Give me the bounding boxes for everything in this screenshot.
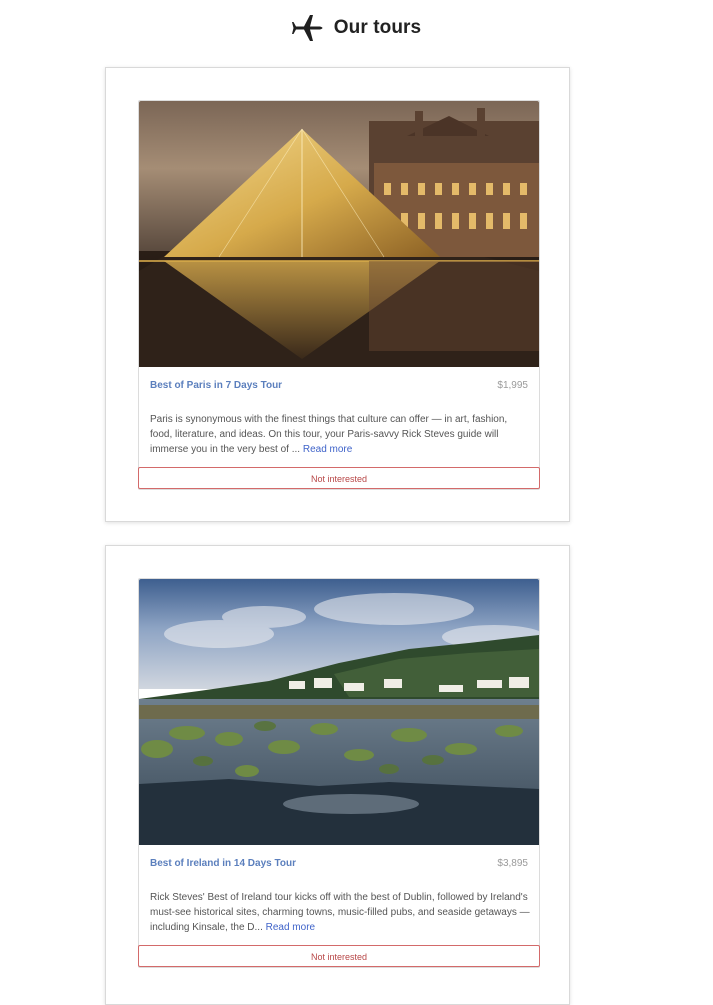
tour-card: Best of Ireland in 14 Days Tour $3,895 R… xyxy=(105,545,570,1005)
page-header: Our tours xyxy=(0,0,713,56)
read-more-link[interactable]: Read more xyxy=(266,922,315,933)
tour-image xyxy=(139,101,539,367)
tour-info: Best of Paris in 7 Days Tour $1,995 Pari… xyxy=(139,367,539,467)
tour-price: $1,995 xyxy=(497,380,528,391)
tour-image xyxy=(139,579,539,845)
tour-title[interactable]: Best of Paris in 7 Days Tour xyxy=(150,380,282,391)
tour-card-inner: Best of Ireland in 14 Days Tour $3,895 R… xyxy=(138,578,540,968)
page-title: Our tours xyxy=(333,17,422,38)
tour-description: Paris is synonymous with the finest thin… xyxy=(150,412,530,457)
not-interested-button[interactable]: Not interested xyxy=(138,945,540,967)
read-more-link[interactable]: Read more xyxy=(303,444,352,455)
airplane-icon xyxy=(291,11,326,45)
tour-description: Rick Steves' Best of Ireland tour kicks … xyxy=(150,890,530,935)
tour-description-text: Rick Steves' Best of Ireland tour kicks … xyxy=(150,892,530,933)
tour-card-inner: Best of Paris in 7 Days Tour $1,995 Pari… xyxy=(138,100,540,490)
not-interested-button[interactable]: Not interested xyxy=(138,467,540,489)
tour-card: Best of Paris in 7 Days Tour $1,995 Pari… xyxy=(105,67,570,522)
tour-title[interactable]: Best of Ireland in 14 Days Tour xyxy=(150,858,296,869)
tour-info: Best of Ireland in 14 Days Tour $3,895 R… xyxy=(139,845,539,945)
tour-price: $3,895 xyxy=(497,858,528,869)
